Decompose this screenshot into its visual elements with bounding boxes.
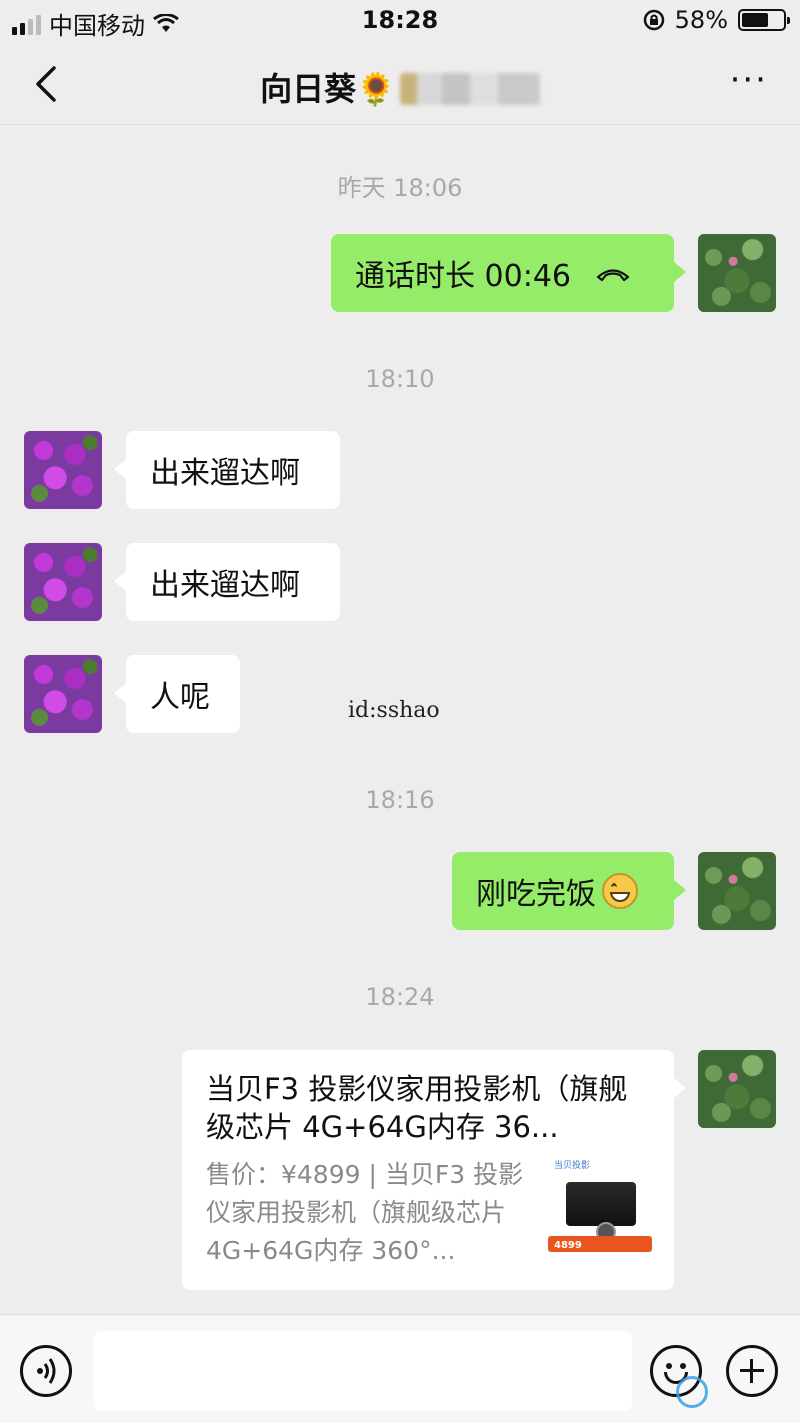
chat-title-text: 向日葵🌻 [260, 70, 396, 108]
my-avatar[interactable] [698, 852, 776, 930]
call-record-bubble[interactable]: 通话时长 00:46 [331, 234, 686, 312]
emoji-eye [680, 1363, 686, 1369]
contact-avatar[interactable] [24, 543, 102, 621]
message-text: 刚吃完饭 [476, 877, 596, 912]
status-right: 58% [643, 6, 790, 34]
nav-divider [0, 124, 800, 125]
link-card-thumbnail: 当贝投影 4899 [548, 1156, 652, 1260]
thumbnail-brand: 当贝投影 [554, 1161, 591, 1171]
message-bubble[interactable]: 出来遛达啊 [114, 431, 340, 509]
blurred-name [399, 73, 540, 105]
projector-image [566, 1182, 636, 1242]
message-bubble[interactable]: 人呢 [114, 655, 240, 733]
voice-icon[interactable] [20, 1345, 72, 1397]
site-logo-icon [676, 1376, 708, 1408]
emoji-eye [666, 1363, 672, 1369]
watermark-text: id:sshao [348, 698, 440, 723]
thumbnail-price: 4899 [554, 1240, 582, 1251]
timestamp: 18:16 [365, 786, 435, 814]
call-duration-text: 通话时长 00:46 [355, 259, 571, 294]
message-text: 出来遛达啊 [150, 456, 300, 491]
timestamp: 18:24 [365, 983, 435, 1011]
link-card-description: 售价：¥4899 | 当贝F3 投影仪家用投影机（旗舰级芯片 4G+64G内存 … [206, 1160, 524, 1265]
nav-bar: 向日葵🌻 ··· [0, 44, 800, 124]
my-avatar[interactable] [698, 234, 776, 312]
contact-avatar[interactable] [24, 655, 102, 733]
message-text: 出来遛达啊 [150, 568, 300, 603]
input-bar [0, 1314, 800, 1423]
message-text: 人呢 [150, 680, 210, 715]
plus-bar [750, 1359, 753, 1383]
my-avatar[interactable] [698, 1050, 776, 1128]
link-card-title: 当贝F3 投影仪家用投影机（旗舰级芯片 4G+64G内存 36... [206, 1072, 628, 1144]
status-bar: 中国移动 18:28 58% [0, 0, 800, 44]
message-input[interactable] [94, 1331, 632, 1411]
link-card[interactable]: 当贝F3 投影仪家用投影机（旗舰级芯片 4G+64G内存 36... 售价：¥4… [182, 1050, 686, 1290]
plus-icon[interactable] [726, 1345, 778, 1397]
chat-title: 向日葵🌻 [0, 64, 800, 110]
timestamp: 18:10 [365, 365, 435, 393]
timestamp: 昨天 18:06 [337, 174, 463, 202]
message-bubble[interactable]: 出来遛达啊 [114, 543, 340, 621]
contact-avatar[interactable] [24, 431, 102, 509]
battery-icon [738, 9, 790, 31]
rotation-lock-icon [643, 9, 664, 31]
voice-waves [37, 1358, 56, 1384]
phone-hangup-icon [596, 269, 630, 282]
more-dots-icon[interactable]: ··· [730, 63, 768, 97]
grin-emoji-icon [602, 873, 638, 909]
message-bubble[interactable]: 刚吃完饭 [452, 852, 686, 930]
battery-percent: 58% [674, 6, 728, 34]
